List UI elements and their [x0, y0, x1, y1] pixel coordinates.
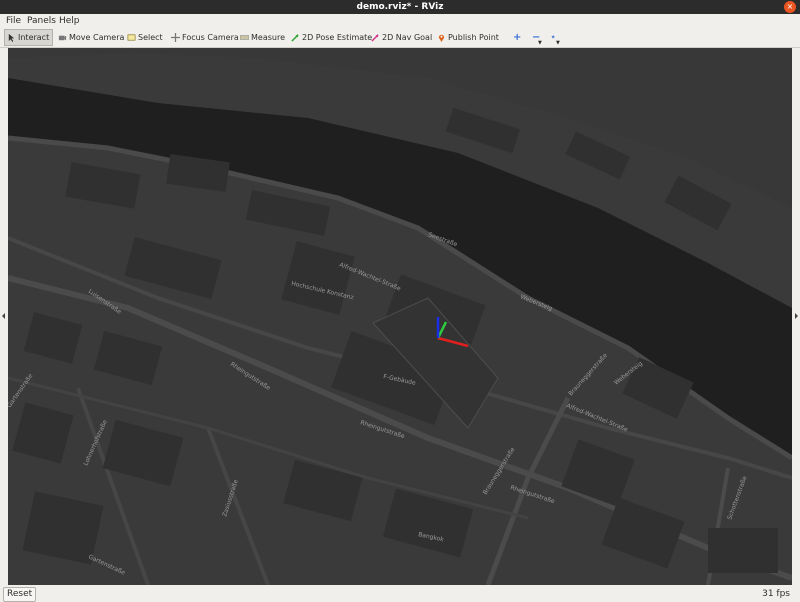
nav-goal-label: 2D Nav Goal — [382, 33, 433, 42]
menu-panels[interactable]: Panels — [27, 14, 56, 28]
move-camera-label: Move Camera — [69, 33, 125, 42]
crosshair-icon — [171, 33, 180, 42]
close-icon[interactable]: × — [784, 1, 796, 13]
map-scene[interactable]: Hochschule Konstanz Alfred-Wachtel-Straß… — [8, 48, 792, 585]
menu-file[interactable]: File — [6, 14, 21, 28]
nav-goal-tool-button[interactable]: 2D Nav Goal — [371, 30, 432, 45]
measure-label: Measure — [251, 33, 285, 42]
3d-render-viewport[interactable]: Hochschule Konstanz Alfred-Wachtel-Straß… — [8, 48, 792, 585]
publish-point-label: Publish Point — [448, 33, 499, 42]
pose-estimate-label: 2D Pose Estimate — [302, 33, 373, 42]
measure-tool-button[interactable]: Measure — [240, 30, 285, 45]
left-dock-handle[interactable] — [0, 48, 7, 585]
expand-left-icon[interactable] — [2, 313, 5, 319]
green-arrow-icon — [291, 34, 299, 42]
status-bar: Reset 31 fps — [0, 586, 800, 602]
ruler-icon — [240, 35, 249, 40]
title-bar: demo.rviz* - RViz × — [0, 0, 800, 14]
select-box-icon — [127, 34, 136, 41]
toolbar: Interact Move Camera Select Focus Camera… — [0, 28, 800, 48]
focus-camera-tool-button[interactable]: Focus Camera — [171, 30, 239, 45]
window-title: demo.rviz* - RViz — [356, 2, 444, 12]
pose-estimate-tool-button[interactable]: 2D Pose Estimate — [291, 30, 372, 45]
menu-bar: File Panels Help — [0, 14, 800, 28]
publish-point-tool-button[interactable]: Publish Point — [437, 30, 499, 45]
interact-tool-button[interactable]: Interact — [4, 29, 54, 46]
right-dock-handle[interactable] — [793, 48, 800, 585]
expand-right-icon[interactable] — [795, 313, 798, 319]
map-pin-icon — [438, 34, 445, 42]
focus-camera-label: Focus Camera — [182, 33, 239, 42]
move-camera-tool-button[interactable]: Move Camera — [58, 30, 124, 45]
select-label: Select — [138, 33, 163, 42]
cursor-icon — [8, 33, 15, 42]
select-tool-button[interactable]: Select — [127, 30, 163, 45]
reset-button[interactable]: Reset — [3, 587, 37, 602]
magenta-arrow-icon — [371, 34, 379, 42]
fps-readout: 31 fps — [762, 589, 790, 599]
interact-label: Interact — [18, 33, 50, 42]
add-tool-button[interactable]: + — [513, 30, 521, 45]
menu-help[interactable]: Help — [59, 14, 80, 28]
camera-icon — [58, 35, 67, 41]
